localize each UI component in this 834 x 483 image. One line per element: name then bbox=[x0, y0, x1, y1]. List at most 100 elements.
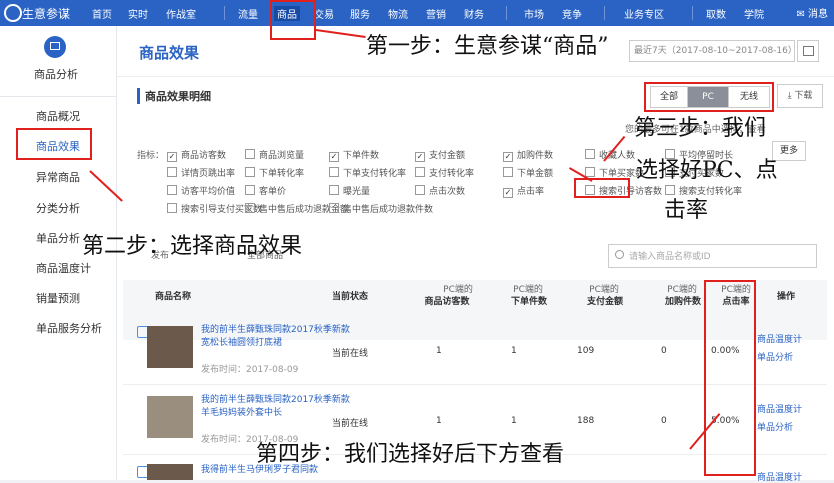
nav-marketing[interactable]: 营销 bbox=[426, 6, 446, 21]
thermometer-link[interactable]: 商品温度计 bbox=[757, 470, 802, 483]
section-label: 商品效果明细 bbox=[137, 88, 211, 104]
nav-war-room[interactable]: 作战室 bbox=[166, 6, 196, 21]
checkbox-icon[interactable]: ✓ bbox=[503, 188, 513, 198]
nav-service[interactable]: 服务 bbox=[350, 6, 370, 21]
checkbox-icon[interactable] bbox=[245, 149, 255, 159]
sidebar-item-abnormal[interactable]: 异常商品 bbox=[36, 169, 80, 185]
checkbox-icon[interactable]: ✓ bbox=[503, 152, 513, 162]
download-button[interactable]: ⤓ 下载 bbox=[777, 84, 823, 108]
row-pay: 109 bbox=[577, 346, 595, 356]
indicator-checkbox[interactable]: 支付转化率 bbox=[415, 166, 474, 179]
indicator-checkbox[interactable]: ✓ 商品访客数 bbox=[167, 148, 226, 162]
indicator-checkbox[interactable]: 下单转化率 bbox=[245, 166, 304, 179]
checkbox-icon[interactable] bbox=[245, 167, 255, 177]
indicator-checkbox[interactable]: 客单价 bbox=[245, 184, 286, 197]
nav-divider bbox=[506, 6, 507, 20]
highlight-ctr-checkbox bbox=[574, 178, 630, 198]
date-range-field[interactable]: 最近7天（2017-08-10~2017-08-16） bbox=[629, 40, 797, 62]
indicator-checkbox[interactable]: 下单支付转化率 bbox=[329, 166, 406, 179]
checkbox-icon[interactable] bbox=[245, 203, 255, 213]
indicator-label-text: 下单支付转化率 bbox=[343, 169, 407, 179]
product-title-link[interactable]: 我的前半生薛甄珠同款2017秋季新款羊毛妈妈装外套中长 bbox=[201, 394, 351, 420]
product-title-link[interactable]: 我的前半生薛甄珠同款2017秋季新款宽松长袖圆领打底裙 bbox=[201, 324, 351, 350]
header-divider bbox=[117, 76, 834, 77]
checkbox-icon[interactable]: ✓ bbox=[329, 152, 339, 162]
indicator-checkbox[interactable]: 售中售后成功退款件数 bbox=[329, 202, 433, 215]
indicator-label-text: 下单金额 bbox=[517, 169, 554, 179]
indicator-checkbox[interactable]: ✓ 点击率 bbox=[503, 184, 544, 198]
checkbox-icon[interactable] bbox=[585, 149, 595, 159]
checkbox-icon[interactable] bbox=[167, 167, 177, 177]
search-input[interactable]: 请输入商品名称或ID bbox=[629, 249, 711, 262]
indicator-checkbox[interactable]: ✓ 支付金额 bbox=[415, 148, 465, 162]
row-cart: 0 bbox=[661, 346, 667, 356]
product-thumbnail[interactable] bbox=[147, 464, 193, 480]
checkbox-icon[interactable] bbox=[585, 167, 595, 177]
indicator-checkbox[interactable]: ✓ 加购件数 bbox=[503, 148, 553, 162]
checkbox-icon[interactable]: ✓ bbox=[167, 152, 177, 162]
indicator-checkbox[interactable]: 点击次数 bbox=[415, 184, 465, 197]
product-analysis-icon bbox=[44, 36, 66, 58]
row-visitors: 1 bbox=[436, 346, 442, 356]
indicator-label-text: 客单价 bbox=[259, 187, 287, 197]
nav-traffic[interactable]: 流量 bbox=[238, 6, 258, 21]
sidebar-item-forecast[interactable]: 销量预测 bbox=[36, 290, 80, 306]
nav-academy[interactable]: 学院 bbox=[744, 6, 764, 21]
checkbox-icon[interactable] bbox=[329, 167, 339, 177]
indicator-label-text: 点击次数 bbox=[429, 187, 466, 197]
sidebar-section-title: 商品分析 bbox=[34, 68, 78, 81]
indicator-label-text: 详情页跳出率 bbox=[181, 169, 236, 179]
indicator-checkbox[interactable]: 访客平均价值 bbox=[167, 184, 235, 197]
checkbox-icon[interactable] bbox=[503, 167, 513, 177]
col-product-name: 商品名称 bbox=[155, 292, 192, 302]
indicator-checkbox[interactable]: 详情页跳出率 bbox=[167, 166, 235, 179]
single-analysis-link[interactable]: 单品分析 bbox=[757, 420, 793, 433]
checkbox-icon[interactable] bbox=[167, 185, 177, 195]
annotation-step3-line2: 选择好PC、点 bbox=[636, 158, 778, 183]
product-search[interactable]: 请输入商品名称或ID bbox=[608, 244, 817, 268]
indicator-label-text: 加购件数 bbox=[517, 151, 554, 161]
messages-link[interactable]: ✉ 消息 bbox=[796, 5, 828, 20]
nav-market[interactable]: 市场 bbox=[524, 6, 544, 21]
thermometer-link[interactable]: 商品温度计 bbox=[757, 332, 802, 345]
indicator-label-text: 点击率 bbox=[517, 187, 545, 197]
col-ops: 操作 bbox=[777, 292, 796, 302]
indicator-checkbox[interactable]: 曝光量 bbox=[329, 184, 370, 197]
checkbox-icon[interactable] bbox=[245, 185, 255, 195]
nav-logistics[interactable]: 物流 bbox=[388, 6, 408, 21]
checkbox-icon[interactable] bbox=[329, 185, 339, 195]
sidebar-item-thermometer[interactable]: 商品温度计 bbox=[36, 260, 91, 276]
nav-competition[interactable]: 竞争 bbox=[562, 6, 582, 21]
indicator-label-text: 下单转化率 bbox=[259, 169, 305, 179]
product-thumbnail[interactable] bbox=[147, 396, 193, 438]
nav-finance[interactable]: 财务 bbox=[464, 6, 484, 21]
sidebar-item-service-analysis[interactable]: 单品服务分析 bbox=[36, 320, 102, 336]
nav-home[interactable]: 首页 bbox=[92, 6, 112, 21]
nav-divider bbox=[604, 6, 605, 20]
checkbox-icon[interactable]: ✓ bbox=[415, 152, 425, 162]
calendar-icon[interactable] bbox=[797, 40, 819, 62]
annotation-step1: 第一步：生意参谋“商品” bbox=[366, 34, 609, 59]
sidebar-item-category[interactable]: 分类分析 bbox=[36, 200, 80, 216]
sidebar-item-overview[interactable]: 商品概况 bbox=[36, 108, 80, 124]
single-analysis-link[interactable]: 单品分析 bbox=[757, 350, 793, 363]
top-nav-bar: 生意参谋 首页 实时 作战室 流量 商品 交易 服务 物流 营销 财务 市场 竞… bbox=[0, 0, 834, 26]
nav-realtime[interactable]: 实时 bbox=[128, 6, 148, 21]
nav-business-zone[interactable]: 业务专区 bbox=[624, 6, 664, 21]
checkbox-icon[interactable] bbox=[415, 185, 425, 195]
indicator-label-text: 曝光量 bbox=[343, 187, 371, 197]
indicator-checkbox[interactable]: 下单金额 bbox=[503, 166, 553, 179]
nav-fetch-data[interactable]: 取数 bbox=[706, 6, 726, 21]
checkbox-icon[interactable] bbox=[415, 167, 425, 177]
indicator-checkbox[interactable]: ✓ 下单件数 bbox=[329, 148, 379, 162]
indicator-checkbox[interactable]: 商品浏览量 bbox=[245, 148, 304, 161]
checkbox-icon[interactable] bbox=[329, 203, 339, 213]
annotation-step3-line1: 第三步：我们 bbox=[634, 116, 767, 141]
checkbox-icon[interactable] bbox=[167, 203, 177, 213]
product-thumbnail[interactable] bbox=[147, 326, 193, 368]
indicator-label-text: 支付转化率 bbox=[429, 169, 475, 179]
thermometer-link[interactable]: 商品温度计 bbox=[757, 402, 802, 415]
nav-trade[interactable]: 交易 bbox=[314, 6, 334, 21]
sidebar-item-single[interactable]: 单品分析 bbox=[36, 230, 80, 246]
highlight-pc-segment bbox=[644, 82, 774, 112]
